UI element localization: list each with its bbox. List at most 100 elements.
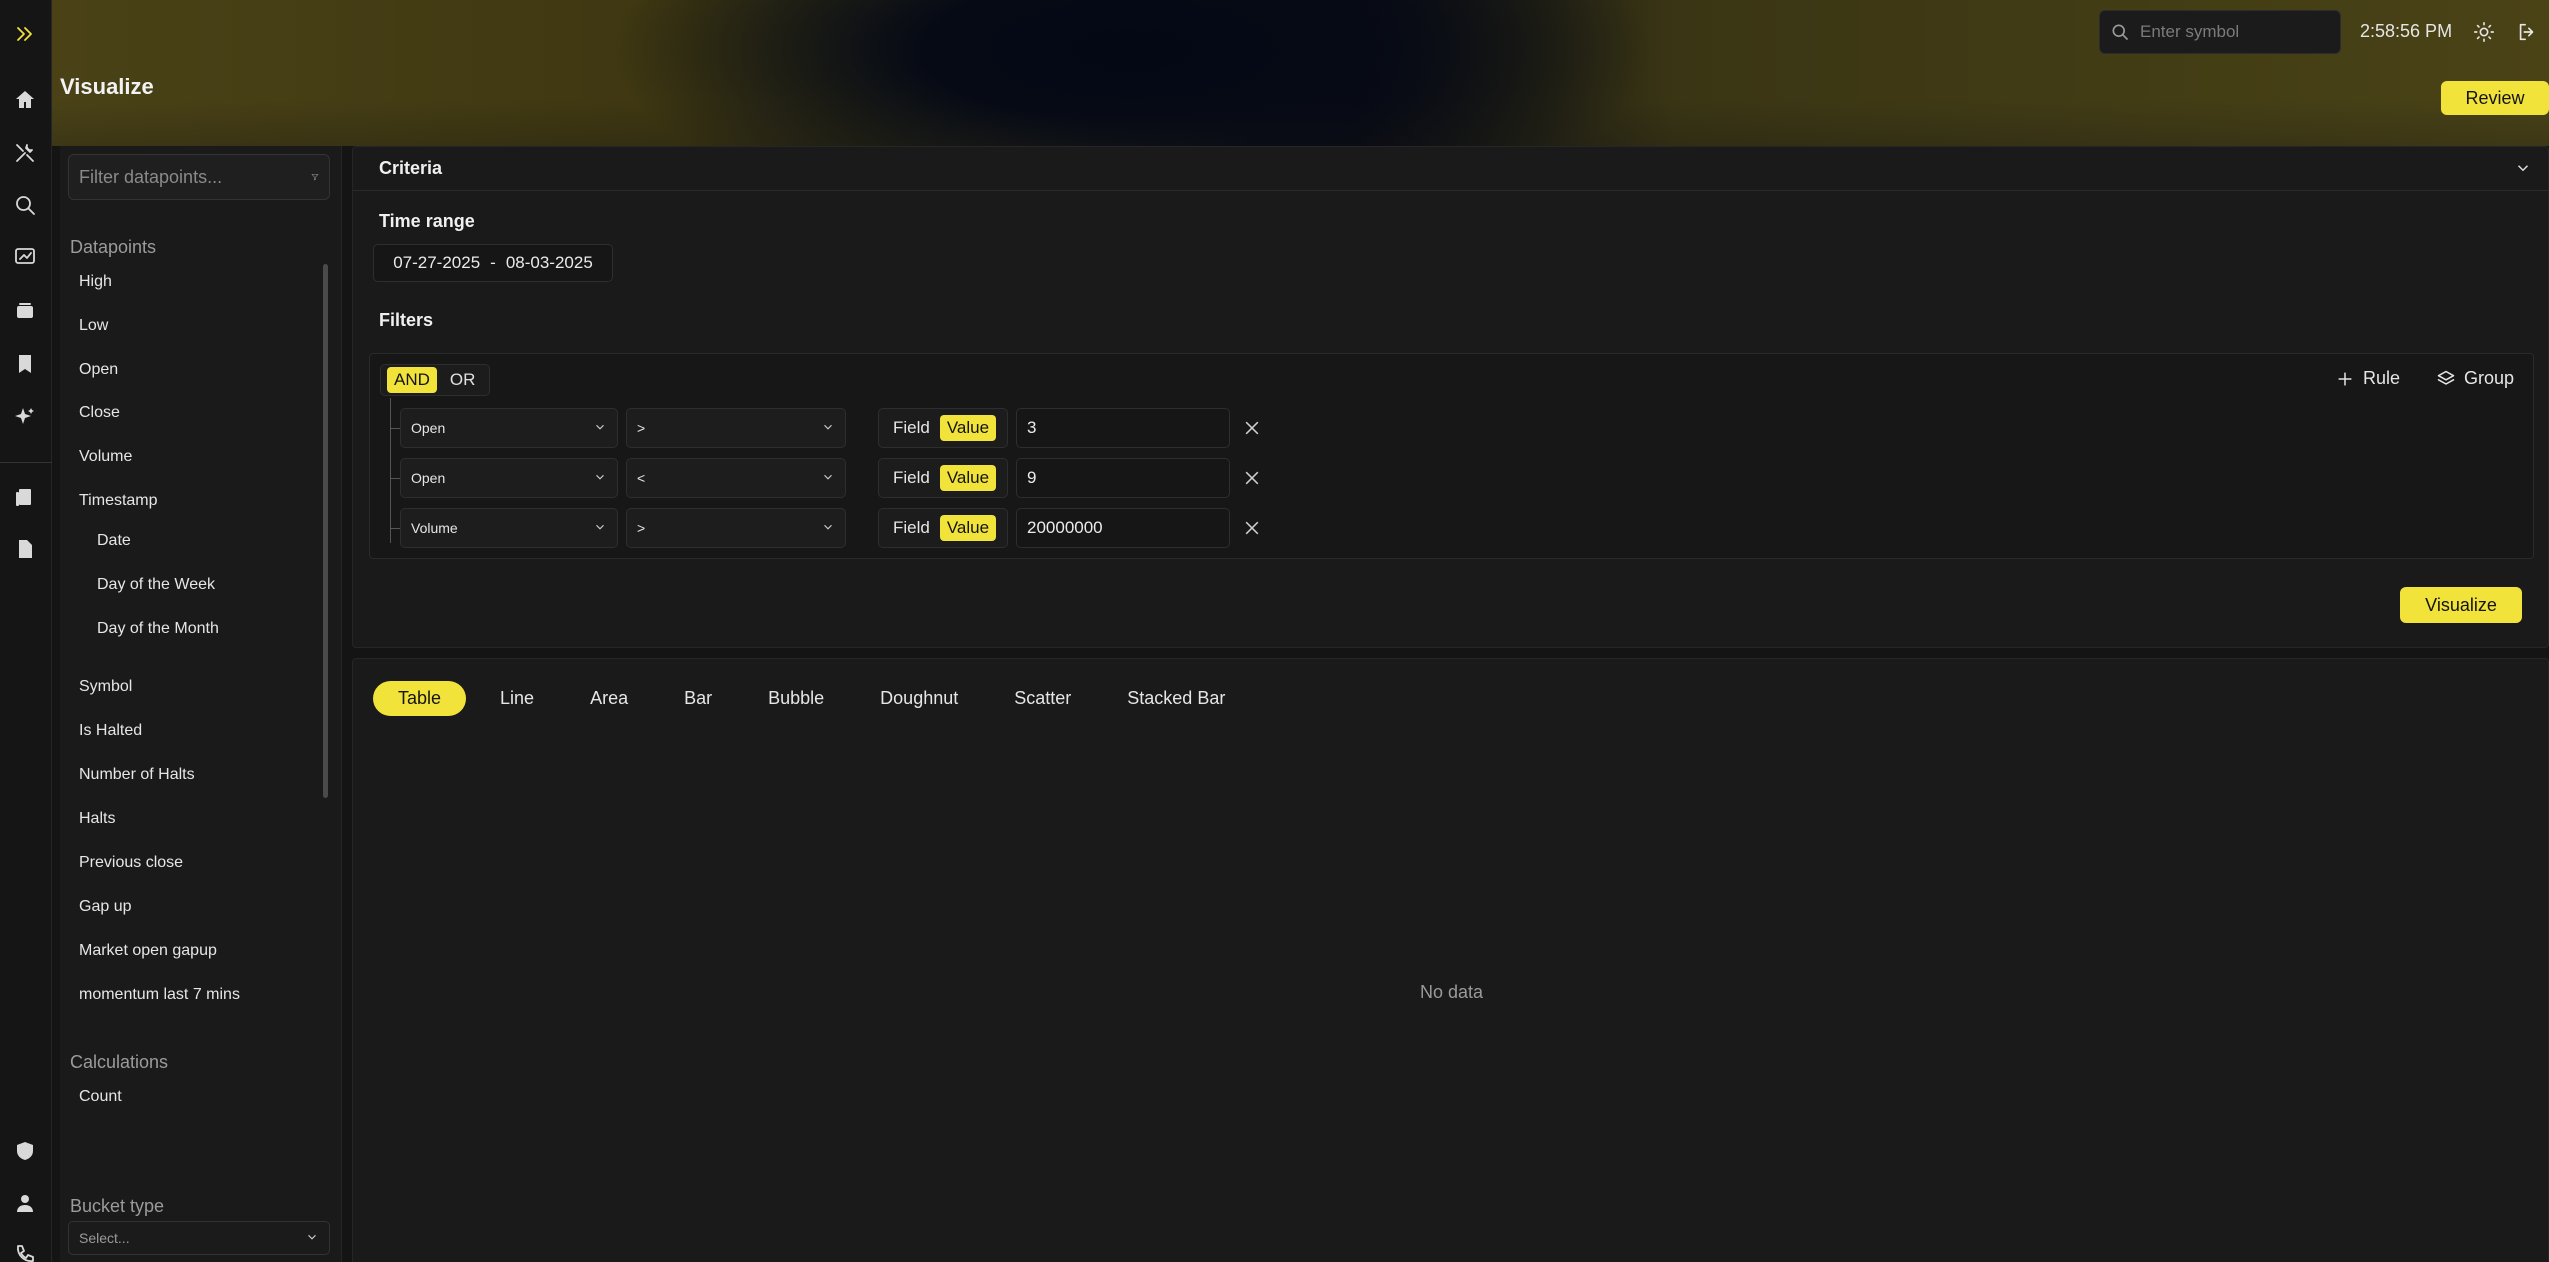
- chevron-down-icon: [593, 520, 607, 537]
- search-icon[interactable]: [11, 191, 39, 219]
- date-range-picker[interactable]: 07-27-2025 - 08-03-2025: [373, 244, 613, 282]
- rule-field-value: Volume: [411, 520, 458, 536]
- close-icon[interactable]: [1242, 518, 1262, 538]
- clock: 2:58:56 PM: [2360, 21, 2453, 41]
- datapoint-previous-close[interactable]: Previous close: [79, 854, 183, 872]
- chevron-down-icon: [593, 470, 607, 487]
- datapoint-symbol[interactable]: Symbol: [79, 678, 132, 696]
- field-option[interactable]: Field: [885, 518, 930, 538]
- symbol-search-input[interactable]: [2140, 22, 2330, 42]
- and-button[interactable]: AND: [387, 367, 437, 393]
- field-option[interactable]: Field: [885, 418, 930, 438]
- tab-table[interactable]: Table: [373, 681, 467, 716]
- datapoints-scroll-thumb[interactable]: [323, 264, 328, 798]
- rule-field-select[interactable]: Open: [400, 458, 618, 498]
- datapoint-day-of-week[interactable]: Day of the Week: [97, 576, 215, 594]
- rail-divider: [0, 462, 52, 463]
- field-value-toggle: Field Value: [878, 408, 1008, 448]
- datapoint-is-halted[interactable]: Is Halted: [79, 722, 142, 740]
- stack-icon[interactable]: [11, 296, 39, 324]
- datapoint-low[interactable]: Low: [79, 317, 108, 335]
- rule-operator-select[interactable]: <: [626, 458, 846, 498]
- phone-icon[interactable]: [11, 1240, 39, 1262]
- datapoint-day-of-month[interactable]: Day of the Month: [97, 620, 219, 638]
- rule-field-select[interactable]: Volume: [400, 508, 618, 548]
- bookmark-icon[interactable]: [11, 350, 39, 378]
- add-group-label: Group: [2464, 368, 2515, 388]
- collapse-chevron-icon[interactable]: [2514, 159, 2534, 179]
- documents-icon[interactable]: [11, 483, 39, 511]
- filters-label: Filters: [379, 310, 434, 330]
- tab-doughnut[interactable]: Doughnut: [858, 681, 980, 716]
- rule-field-value: Open: [411, 470, 446, 486]
- datapoint-filter[interactable]: [68, 154, 330, 200]
- tools-icon[interactable]: [11, 139, 39, 167]
- or-button[interactable]: OR: [443, 367, 483, 393]
- bucket-type-placeholder: Select...: [79, 1230, 130, 1246]
- add-group-button[interactable]: Group: [2436, 368, 2514, 389]
- file-add-icon[interactable]: [11, 535, 39, 563]
- tab-bubble[interactable]: Bubble: [746, 681, 846, 716]
- field-value-toggle: Field Value: [878, 508, 1008, 548]
- rule-operator-select[interactable]: >: [626, 508, 846, 548]
- rule-value-input[interactable]: 3: [1016, 408, 1230, 448]
- add-rule-button[interactable]: Rule: [2335, 368, 2400, 389]
- bucket-type-select[interactable]: Select...: [68, 1221, 330, 1255]
- calculation-count[interactable]: Count: [79, 1088, 122, 1106]
- criteria-header[interactable]: Criteria: [353, 147, 2549, 191]
- shield-icon[interactable]: [11, 1137, 39, 1165]
- tab-area[interactable]: Area: [568, 681, 650, 716]
- rule-field-select[interactable]: Open: [400, 408, 618, 448]
- criteria-title: Criteria: [379, 158, 443, 178]
- close-icon[interactable]: [1242, 468, 1262, 488]
- symbol-search[interactable]: [2099, 10, 2341, 54]
- filter-icon[interactable]: [311, 167, 319, 187]
- datapoint-momentum[interactable]: momentum last 7 mins: [79, 986, 240, 1004]
- plus-icon: [2338, 371, 2352, 386]
- review-button[interactable]: Review: [2441, 81, 2549, 115]
- rule-value-input[interactable]: 20000000: [1016, 508, 1230, 548]
- app: Visualize 2:58:56 PM Review Datapoints H…: [0, 0, 2549, 1262]
- close-icon[interactable]: [1242, 418, 1262, 438]
- datapoints-panel: Datapoints High Low Open Close Volume Ti…: [60, 146, 342, 1262]
- value-option[interactable]: Value: [939, 415, 997, 441]
- tab-bar[interactable]: Bar: [662, 681, 734, 716]
- datapoint-number-of-halts[interactable]: Number of Halts: [79, 766, 195, 784]
- rule-operator-select[interactable]: >: [626, 408, 846, 448]
- rule-connector: [390, 478, 400, 479]
- datapoint-timestamp[interactable]: Timestamp: [79, 492, 158, 510]
- datapoint-date[interactable]: Date: [97, 532, 131, 550]
- datapoint-high[interactable]: High: [79, 273, 112, 291]
- home-icon[interactable]: [11, 86, 39, 114]
- chart-board-icon[interactable]: [11, 243, 39, 271]
- tab-scatter[interactable]: Scatter: [992, 681, 1093, 716]
- calculations-label: Calculations: [70, 1052, 169, 1072]
- tab-stacked-bar[interactable]: Stacked Bar: [1105, 681, 1247, 716]
- value-option[interactable]: Value: [939, 515, 997, 541]
- datapoint-volume[interactable]: Volume: [79, 448, 132, 466]
- criteria-panel: Criteria Time range 07-27-2025 - 08-03-2…: [352, 146, 2549, 648]
- datapoint-market-open-gapup[interactable]: Market open gapup: [79, 942, 217, 960]
- empty-state: No data: [1419, 982, 1484, 1002]
- chevron-down-icon: [821, 470, 835, 487]
- user-icon[interactable]: [11, 1189, 39, 1217]
- field-option[interactable]: Field: [885, 468, 930, 488]
- rule-value-input[interactable]: 9: [1016, 458, 1230, 498]
- rule-operator-value: >: [637, 420, 646, 436]
- expand-chevrons-icon[interactable]: [11, 20, 39, 48]
- chart-type-tabs: Table Line Area Bar Bubble Doughnut Scat…: [373, 681, 1259, 716]
- datapoint-gap-up[interactable]: Gap up: [79, 898, 131, 916]
- datapoint-close[interactable]: Close: [79, 404, 120, 422]
- visualize-button[interactable]: Visualize: [2400, 587, 2522, 623]
- rule-connector: [390, 528, 400, 529]
- datapoint-open[interactable]: Open: [79, 361, 118, 379]
- theme-toggle-icon[interactable]: [2470, 18, 2498, 46]
- logout-icon[interactable]: [2513, 18, 2541, 46]
- datapoint-halts[interactable]: Halts: [79, 810, 115, 828]
- datapoint-filter-input[interactable]: [79, 166, 311, 188]
- tab-line[interactable]: Line: [478, 681, 556, 716]
- value-option[interactable]: Value: [939, 465, 997, 491]
- filter-group: AND OR Rule Group Open > Field Value 3 O…: [369, 353, 2534, 559]
- field-value-toggle: Field Value: [878, 458, 1008, 498]
- sparkle-icon[interactable]: [11, 403, 39, 431]
